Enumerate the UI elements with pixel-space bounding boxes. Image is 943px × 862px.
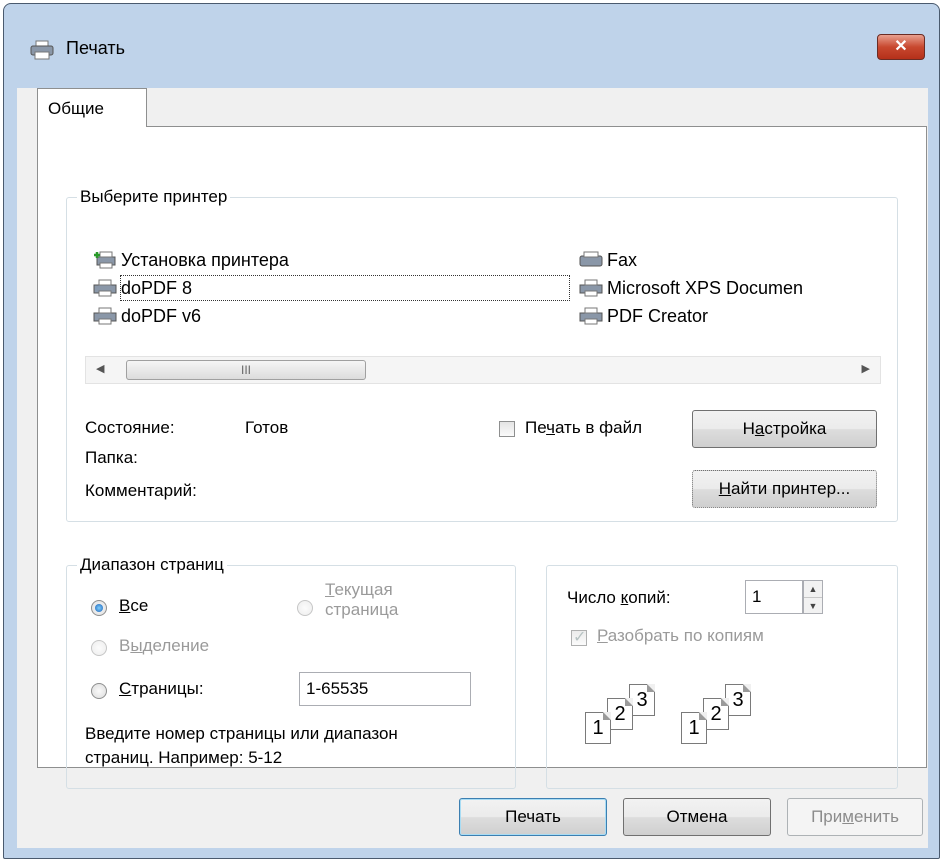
collate-illustration: 3 2 1 3 2 1 [585,684,785,764]
printer-group: Выберите принтер Установка принтера doPD… [66,187,898,522]
comment-label: Комментарий: [85,481,197,500]
printer-icon [30,40,54,60]
dialog-body: Общие Выберите принтер Установка принтер… [17,88,928,848]
printer-item-dopdf8[interactable]: doPDF 8 [93,275,570,301]
range-hint-line1: Введите номер страницы или диапазон [85,724,398,743]
printer-name: Установка принтера [121,250,289,270]
range-current-radio[interactable] [297,600,313,616]
copies-spinner[interactable]: ▲ ▼ [803,580,823,614]
print-dialog: Печать ✕ Общие Выберите принтер Установк… [3,3,940,859]
status-label: Состояние: [85,418,175,437]
find-printer-button[interactable]: Найти принтер... [692,470,877,508]
range-current-label-line2: страница [325,600,399,619]
scroll-right-icon[interactable]: ▶ [862,362,870,375]
printer-name: Fax [607,250,638,270]
spin-down-icon[interactable]: ▼ [804,598,822,614]
page-range-group: Диапазон страниц Все Текущая страница Вы… [66,555,516,789]
copies-input[interactable]: 1 [745,580,803,614]
add-printer-icon [94,251,116,269]
scroll-thumb[interactable]: III [126,360,366,380]
title-bar[interactable]: Печать ✕ [4,4,939,84]
copies-group: Число копий: 1 ▲ ▼ Разобрать по копиям 3… [546,565,898,789]
pages-input[interactable]: 1-65535 [299,672,471,706]
range-pages-label[interactable]: Страницы: [119,679,204,699]
printer-name: PDF Creator [607,306,709,326]
fax-icon [579,251,603,267]
print-to-file-checkbox[interactable] [499,421,515,437]
printer-item-fax[interactable]: Fax [579,248,637,272]
range-selection-label[interactable]: Выделение [119,636,209,656]
settings-button[interactable]: Настройка [692,410,877,448]
copies-label: Число копий: [567,588,671,607]
apply-button[interactable]: Применить [787,798,923,836]
printer-name: doPDF 8 [120,275,570,301]
printer-list-scrollbar[interactable]: ◀ III ▶ [85,356,881,384]
range-hint-line2: страниц. Например: 5-12 [85,748,283,767]
range-all-radio[interactable] [91,600,107,616]
page-icon: 1 [681,712,707,744]
printer-item-dopdfv6[interactable]: doPDF v6 [93,304,201,328]
folder-label: Папка: [85,448,138,467]
spin-up-icon[interactable]: ▲ [804,581,822,598]
printer-icon [93,307,117,325]
printer-item-pdfcreator[interactable]: PDF Creator [579,304,708,328]
printer-icon [579,279,603,297]
scroll-left-icon[interactable]: ◀ [96,362,104,375]
printer-item-add[interactable]: Установка принтера [93,248,289,272]
close-button[interactable]: ✕ [877,34,925,60]
printer-name: Microsoft XPS Documen [607,278,804,298]
range-all-label[interactable]: Все [119,596,148,616]
range-current-label[interactable]: Текущая [325,580,393,600]
printer-icon [93,279,117,297]
page-icon: 1 [585,712,611,744]
window-title: Печать [66,38,125,58]
cancel-button[interactable]: Отмена [623,798,771,836]
collate-label[interactable]: Разобрать по копиям [597,626,764,646]
status-value: Готов [245,418,289,437]
print-to-file-label[interactable]: Печать в файл [525,418,642,438]
tab-page-general: Выберите принтер Установка принтера doPD… [37,126,927,789]
printer-icon [579,307,603,325]
page-range-label: Диапазон страниц [77,555,227,575]
printer-group-label: Выберите принтер [77,187,231,207]
printer-name: doPDF v6 [121,306,202,326]
tab-label: Общие [48,99,104,118]
range-selection-radio[interactable] [91,640,107,656]
print-button[interactable]: Печать [459,798,607,836]
collate-checkbox[interactable] [571,627,587,647]
tab-general[interactable]: Общие [37,88,147,127]
range-pages-radio[interactable] [91,683,107,699]
printer-item-xps[interactable]: Microsoft XPS Documen [579,276,879,300]
